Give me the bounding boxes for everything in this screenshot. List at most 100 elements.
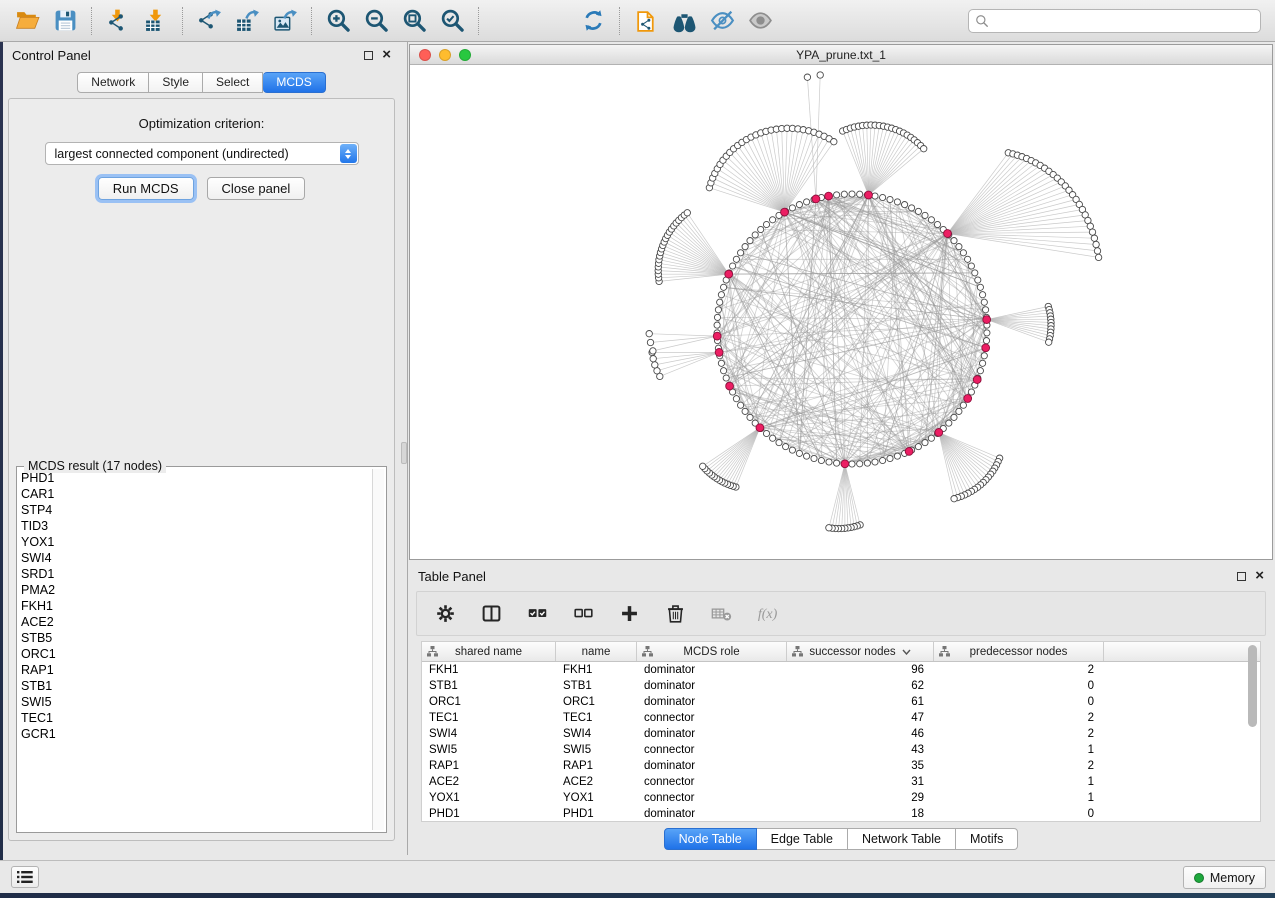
export-network-icon[interactable] (193, 5, 225, 37)
import-table-icon[interactable] (140, 5, 172, 37)
table-row[interactable]: SWI5SWI5connector431 (422, 742, 1260, 758)
mcds-result-item[interactable]: ORC1 (21, 646, 370, 662)
table-row[interactable]: FKH1FKH1dominator962 (422, 662, 1260, 678)
network-from-document-icon[interactable] (630, 5, 662, 37)
show-columns-icon[interactable] (479, 602, 503, 626)
mcds-result-item[interactable]: CAR1 (21, 486, 370, 502)
mcds-result-item[interactable]: TID3 (21, 518, 370, 534)
add-column-icon[interactable] (617, 602, 641, 626)
mcds-result-item[interactable]: SWI4 (21, 550, 370, 566)
zoom-selected-icon[interactable] (436, 5, 468, 37)
column-header-successor-nodes[interactable]: successor nodes (787, 642, 934, 661)
mcds-result-item[interactable]: STB1 (21, 678, 370, 694)
tab-mcds[interactable]: MCDS (263, 72, 325, 93)
table-cell: SWI4 (556, 728, 637, 740)
select-all-checkboxes-icon[interactable] (525, 602, 549, 626)
tab-motifs[interactable]: Motifs (956, 828, 1018, 850)
mcds-result-item[interactable]: PMA2 (21, 582, 370, 598)
column-header-shared-name[interactable]: shared name (422, 642, 556, 661)
show-details-eye-icon[interactable] (744, 5, 776, 37)
table-cell: TEC1 (556, 712, 637, 724)
export-image-icon[interactable] (269, 5, 301, 37)
zoom-fit-icon[interactable] (398, 5, 430, 37)
column-header-name[interactable]: name (556, 642, 637, 661)
tab-style[interactable]: Style (149, 72, 203, 93)
mcds-result-item[interactable]: STB5 (21, 630, 370, 646)
table-cell: connector (637, 792, 787, 804)
float-panel-icon[interactable] (364, 51, 373, 60)
mcds-result-item[interactable]: PHD1 (21, 470, 370, 486)
close-table-panel-icon[interactable]: × (1255, 571, 1264, 581)
deselect-all-checkboxes-icon[interactable] (571, 602, 595, 626)
task-history-button[interactable] (11, 866, 39, 888)
tab-node-table[interactable]: Node Table (664, 828, 757, 850)
shared-column-icon (939, 646, 950, 660)
zoom-out-icon[interactable] (360, 5, 392, 37)
mcds-result-item[interactable]: ACE2 (21, 614, 370, 630)
table-row[interactable]: STB1STB1dominator620 (422, 678, 1260, 694)
table-row[interactable]: TEC1TEC1connector472 (422, 710, 1260, 726)
toolbar-separator (619, 7, 620, 35)
table-settings-gear-icon[interactable] (433, 602, 457, 626)
table-cell: FKH1 (422, 664, 556, 676)
table-cell: 35 (787, 760, 934, 772)
export-table-icon[interactable] (231, 5, 263, 37)
mcds-result-item[interactable]: TEC1 (21, 710, 370, 726)
table-row[interactable]: PHD1PHD1dominator180 (422, 806, 1260, 822)
memory-button[interactable]: Memory (1183, 866, 1266, 889)
mcds-result-item[interactable]: GCR1 (21, 726, 370, 742)
status-bar: Memory (0, 860, 1275, 893)
run-mcds-button[interactable]: Run MCDS (98, 177, 194, 200)
table-cell: connector (637, 776, 787, 788)
table-cell: dominator (637, 696, 787, 708)
network-window-titlebar[interactable]: YPA_prune.txt_1 (410, 45, 1272, 65)
table-cell: 47 (787, 712, 934, 724)
optimization-criterion-select[interactable]: largest connected component (undirected) (45, 142, 359, 165)
search-input[interactable] (968, 9, 1261, 33)
mcds-result-item[interactable]: YOX1 (21, 534, 370, 550)
close-panel-button[interactable]: Close panel (207, 177, 306, 200)
save-session-icon[interactable] (49, 5, 81, 37)
table-cell: dominator (637, 680, 787, 692)
column-header-MCDS-role[interactable]: MCDS role (637, 642, 787, 661)
mcds-result-item[interactable]: SRD1 (21, 566, 370, 582)
hide-details-icon[interactable] (706, 5, 738, 37)
open-file-icon[interactable] (11, 5, 43, 37)
mcds-result-scrollbar[interactable] (372, 469, 384, 830)
table-cell: dominator (637, 760, 787, 772)
table-row[interactable]: SWI4SWI4dominator462 (422, 726, 1260, 742)
table-row[interactable]: ACE2ACE2connector311 (422, 774, 1260, 790)
float-table-panel-icon[interactable] (1237, 572, 1246, 581)
mcds-result-item[interactable]: STP4 (21, 502, 370, 518)
shared-column-icon (427, 646, 438, 660)
shared-column-icon (642, 646, 653, 660)
table-row[interactable]: ORC1ORC1dominator610 (422, 694, 1260, 710)
mcds-result-item[interactable]: SWI5 (21, 694, 370, 710)
control-panel-title: Control Panel (12, 48, 91, 63)
network-canvas[interactable] (410, 66, 1272, 559)
tab-network-table[interactable]: Network Table (848, 828, 956, 850)
table-cell: 61 (787, 696, 934, 708)
close-panel-icon[interactable]: × (382, 50, 391, 60)
memory-label: Memory (1210, 871, 1255, 885)
table-scrollbar-thumb[interactable] (1248, 645, 1257, 727)
panel-splitter[interactable] (400, 42, 409, 855)
refresh-layout-icon[interactable] (577, 5, 609, 37)
mcds-result-item[interactable]: FKH1 (21, 598, 370, 614)
tab-edge-table[interactable]: Edge Table (757, 828, 848, 850)
import-network-icon[interactable] (102, 5, 134, 37)
search-network-icon[interactable] (668, 5, 700, 37)
tab-select[interactable]: Select (203, 72, 263, 93)
cytoscape-window: Control Panel × NetworkStyleSelectMCDS O… (3, 0, 1275, 893)
mcds-result-item[interactable]: RAP1 (21, 662, 370, 678)
zoom-in-icon[interactable] (322, 5, 354, 37)
column-header-predecessor-nodes[interactable]: predecessor nodes (934, 642, 1104, 661)
table-cell: 96 (787, 664, 934, 676)
table-panel-title: Table Panel (418, 569, 486, 584)
table-row[interactable]: YOX1YOX1connector291 (422, 790, 1260, 806)
table-cell: 18 (787, 808, 934, 820)
table-row[interactable]: RAP1RAP1dominator352 (422, 758, 1260, 774)
tab-network[interactable]: Network (77, 72, 149, 93)
delete-column-icon[interactable] (663, 602, 687, 626)
splitter-grip[interactable] (401, 442, 407, 464)
